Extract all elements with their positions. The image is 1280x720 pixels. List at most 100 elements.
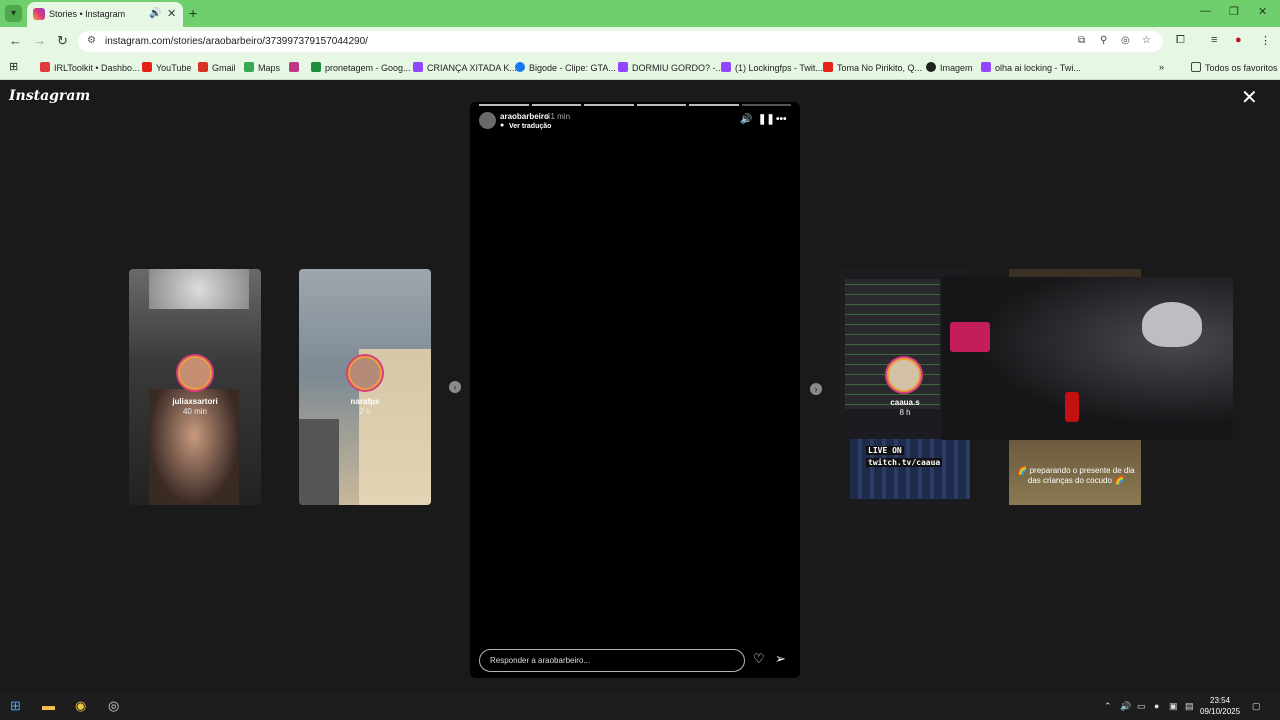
eye-off-icon[interactable]: ◎	[1121, 35, 1130, 46]
send-icon[interactable]: ➢	[775, 651, 786, 667]
progress-segment	[741, 104, 791, 106]
bookmark-item[interactable]: (1) Lockingfps - Twit...	[721, 62, 823, 73]
install-icon[interactable]: ⧉	[1078, 35, 1085, 46]
speaker-icon[interactable]: 🔊	[149, 8, 161, 19]
instagram-logo[interactable]: Instagram	[9, 88, 90, 104]
instagram-favicon-icon	[33, 8, 45, 20]
speaker-icon[interactable]: 🔊	[740, 114, 752, 125]
story-preview-card[interactable]: narafps 2 h	[299, 269, 431, 505]
next-story-arrow-icon[interactable]: ›	[810, 383, 822, 395]
tab-search-icon[interactable]: ▾	[5, 5, 22, 22]
pause-icon[interactable]: ❚❚	[758, 114, 775, 125]
bookmark-item[interactable]: pronetagem - Goog...	[311, 62, 411, 73]
like-heart-icon[interactable]: ♡	[753, 651, 765, 667]
bookmark-item[interactable]: DORMIU GORDO? -...	[618, 62, 723, 73]
ethernet-icon[interactable]: ▤	[1185, 701, 1194, 712]
app-icon[interactable]: ◎	[108, 698, 119, 714]
twitch-url-label: twitch.tv/caaua	[866, 458, 943, 467]
bookmarks-bar: ⊞ IRLToolkit • Dashbo... YouTube Gmail M…	[0, 56, 1280, 80]
media-icon[interactable]: ≡	[1211, 34, 1217, 46]
restore-icon[interactable]: ❐	[1229, 5, 1239, 18]
bookmark-item[interactable]	[289, 62, 303, 73]
window-close-icon[interactable]: ✕	[1258, 5, 1267, 18]
chat-log-image	[845, 279, 940, 409]
system-clock[interactable]: 23:54 09/10/2025	[1200, 695, 1240, 717]
story-viewer[interactable]: araobarbeiro 41 min ● Ver tradução 🔊 ❚❚ …	[470, 102, 800, 678]
network-icon[interactable]: ▭	[1137, 701, 1146, 712]
windows-start-icon[interactable]: ⊞	[10, 698, 21, 714]
bookmark-item[interactable]: olha ai locking - Twi...	[981, 62, 1081, 73]
hair-shape	[1142, 302, 1202, 347]
display-icon[interactable]: ▣	[1169, 701, 1178, 712]
reply-input[interactable]: Responder a araobarbeiro...	[479, 649, 745, 672]
twitch-icon	[981, 62, 991, 72]
stream-overlay-image	[942, 277, 1233, 440]
gmail-icon	[198, 62, 208, 72]
close-stories-icon[interactable]: ✕	[1241, 88, 1258, 108]
bookmark-item[interactable]: IRLToolkit • Dashbo...	[40, 62, 140, 73]
url-text[interactable]: instagram.com/stories/araobarbeiro/37399…	[105, 36, 368, 47]
profile-icon[interactable]: ●	[1235, 34, 1242, 46]
chandelier-image	[149, 269, 249, 309]
file-explorer-icon[interactable]: ▬	[42, 698, 55, 713]
minimize-icon[interactable]: —	[1200, 5, 1211, 17]
previous-story-arrow-icon[interactable]: ‹	[449, 381, 461, 393]
clock-time: 23:54	[1210, 696, 1231, 705]
bookmark-star-icon[interactable]: ☆	[1142, 35, 1151, 46]
shadow-shape	[299, 419, 339, 505]
back-icon[interactable]: ←	[9, 33, 22, 48]
site-info-icon[interactable]: ⚙	[87, 35, 96, 46]
notifications-icon[interactable]: ▢	[1252, 701, 1261, 712]
reload-icon[interactable]: ↻	[57, 33, 68, 49]
twitch-icon	[721, 62, 731, 72]
bookmark-item[interactable]: Gmail	[198, 62, 236, 73]
story-time: 41 min	[546, 112, 571, 121]
microphone-icon[interactable]: ●	[1154, 701, 1159, 711]
youtube-icon	[823, 62, 833, 72]
gift-caption: 🌈 preparando o presente de dia das crian…	[1017, 466, 1135, 485]
story-preview-card[interactable]: juliaxsartori 40 min	[129, 269, 261, 505]
streamer-photo	[942, 277, 1233, 440]
progress-segment	[479, 104, 529, 106]
youtube-icon	[142, 62, 152, 72]
address-bar[interactable]: ⚙ instagram.com/stories/araobarbeiro/373…	[78, 31, 1163, 52]
preview-username: juliaxsartori	[172, 397, 218, 406]
tray-chevron-icon[interactable]: ⌃	[1104, 701, 1112, 712]
bookmarks-overflow-icon[interactable]: »	[1159, 62, 1164, 72]
bookmark-item[interactable]: YouTube	[142, 62, 191, 73]
red-cup-shape	[1065, 392, 1079, 422]
menu-kebab-icon[interactable]: ⋮	[1260, 34, 1271, 47]
instagram-icon	[289, 62, 299, 72]
preview-username: narafps	[350, 397, 380, 406]
facebook-icon	[515, 62, 525, 72]
twitch-icon	[413, 62, 423, 72]
chrome-icon[interactable]: ◉	[75, 698, 86, 714]
extensions-icon[interactable]: ⧠	[1176, 34, 1185, 47]
story-progress-bars	[479, 104, 791, 106]
drive-icon	[311, 62, 321, 72]
more-options-icon[interactable]: •••	[776, 114, 787, 125]
story-avatar[interactable]	[479, 112, 496, 129]
story-username[interactable]: araobarbeiro	[500, 112, 549, 121]
active-tab[interactable]: Stories • Instagram 🔊 ✕	[27, 2, 183, 27]
all-bookmarks[interactable]: Todos os favoritos	[1191, 62, 1278, 73]
clock-date: 09/10/2025	[1200, 707, 1241, 716]
globe-icon	[926, 62, 936, 72]
twitch-icon	[618, 62, 628, 72]
forward-icon[interactable]: →	[33, 33, 46, 48]
bookmark-item[interactable]: Bigode - Clipe: GTA...	[515, 62, 616, 73]
apps-grid-icon[interactable]: ⊞	[9, 60, 18, 73]
see-translation-link[interactable]: Ver tradução	[509, 123, 551, 130]
progress-segment	[689, 104, 739, 106]
new-tab-icon[interactable]: +	[189, 5, 197, 21]
zoom-icon[interactable]: ⚲	[1100, 35, 1107, 46]
progress-segment	[584, 104, 634, 106]
close-tab-icon[interactable]: ✕	[167, 7, 176, 20]
bookmark-item[interactable]: Maps	[244, 62, 280, 73]
bookmark-item[interactable]: Imagem	[926, 62, 973, 73]
preview-time: 40 min	[182, 407, 207, 416]
folder-icon	[1191, 62, 1201, 72]
bookmark-item[interactable]: Toma No Pirikito, Q...	[823, 62, 922, 73]
volume-icon[interactable]: 🔊	[1120, 701, 1131, 712]
bookmark-item[interactable]: CRIANÇA XITADA K...	[413, 62, 517, 73]
